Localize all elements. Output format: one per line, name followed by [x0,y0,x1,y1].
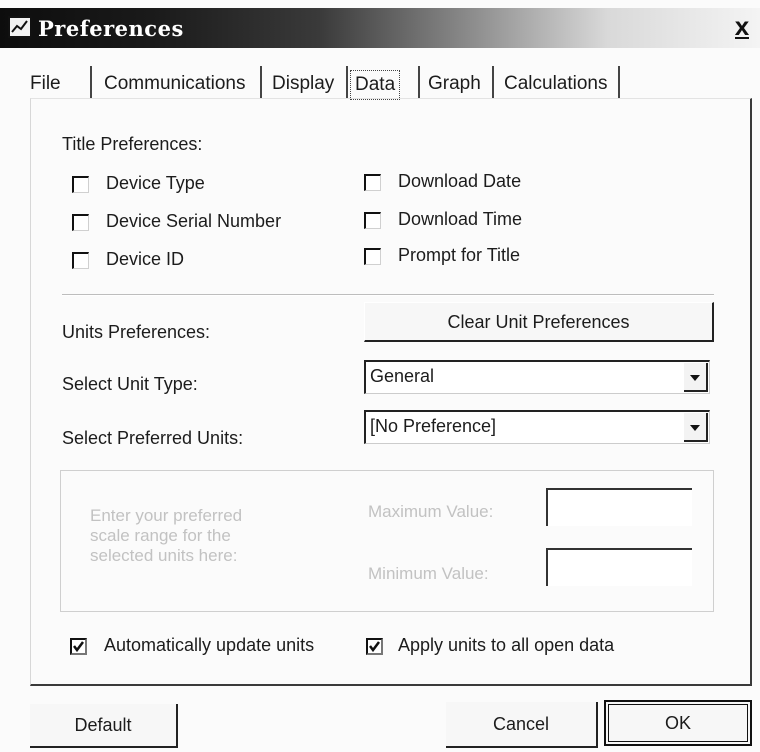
select-unit-type-label: Select Unit Type: [62,374,198,394]
tab-divider [90,66,92,98]
tab-calculations[interactable]: Calculations [504,70,608,98]
tab-communications[interactable]: Communications [104,70,246,98]
device-type-checkbox[interactable] [72,176,89,193]
tab-divider [618,66,620,98]
device-id-label: Device ID [106,249,185,269]
download-date-label: Download Date [398,171,522,191]
close-icon[interactable]: x [728,10,756,42]
tab-file[interactable]: File [30,70,61,98]
scale-instructions-line3: selected units here: [90,546,238,565]
tab-display[interactable]: Display [272,70,334,98]
app-icon [8,16,32,38]
tab-graph[interactable]: Graph [428,70,481,98]
preferred-units-value: [No Preference] [370,416,497,436]
preferred-units-select[interactable]: [No Preference] [364,410,710,444]
section-divider [62,294,714,296]
scale-instructions-line1: Enter your preferred [90,506,243,525]
tab-divider [418,66,420,98]
window-title: Preferences [38,16,184,41]
device-serial-number-checkbox[interactable] [72,214,89,231]
tab-data[interactable]: Data [350,70,401,100]
prompt-for-title-label: Prompt for Title [398,245,521,265]
maximum-value-label: Maximum Value: [368,502,494,521]
minimum-value-input[interactable] [546,548,692,586]
tab-divider [346,66,348,98]
cancel-button[interactable]: Cancel [446,702,598,748]
tab-divider [492,66,494,98]
tab-divider [260,66,262,98]
device-id-checkbox[interactable] [72,252,89,269]
unit-type-select[interactable]: General [364,360,710,394]
device-type-label: Device Type [106,173,205,193]
apply-units-all-checkbox[interactable] [366,638,383,655]
title-preferences-heading: Title Preferences: [62,134,203,154]
scale-instructions-line2: scale range for the [90,526,231,545]
download-time-label: Download Time [398,209,523,229]
auto-update-units-label: Automatically update units [104,635,315,655]
chevron-down-icon[interactable] [684,413,708,442]
default-button[interactable]: Default [30,704,178,748]
ok-button[interactable]: OK [604,700,752,746]
device-serial-number-label: Device Serial Number [106,211,282,231]
download-date-checkbox[interactable] [364,174,381,191]
auto-update-units-checkbox[interactable] [70,638,87,655]
download-time-checkbox[interactable] [364,212,381,229]
units-preferences-heading: Units Preferences: [62,322,211,342]
minimum-value-label: Minimum Value: [368,564,489,583]
clear-unit-preferences-button[interactable]: Clear Unit Preferences [364,302,714,342]
maximum-value-input[interactable] [546,488,692,526]
apply-units-all-label: Apply units to all open data [398,635,615,655]
select-preferred-units-label: Select Preferred Units: [62,428,244,448]
unit-type-value: General [370,366,435,386]
chevron-down-icon[interactable] [684,363,708,392]
prompt-for-title-checkbox[interactable] [364,248,381,265]
